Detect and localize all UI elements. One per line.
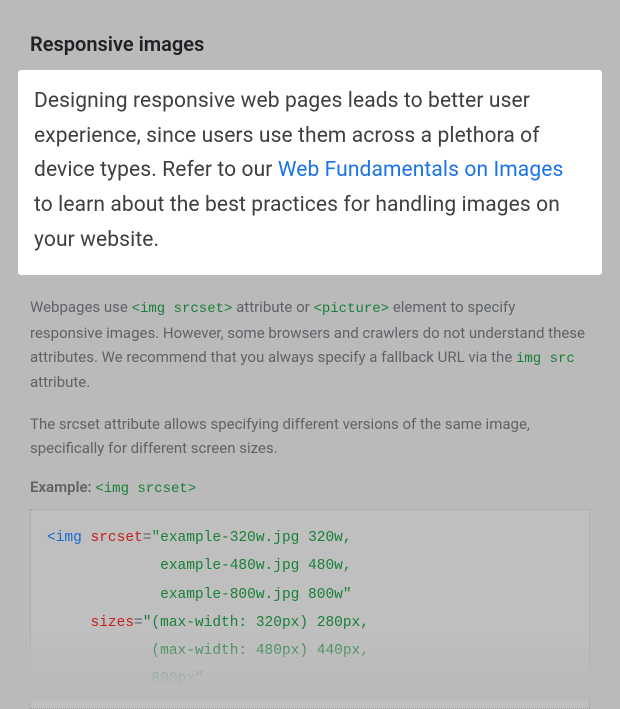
code-token-str: example-800w.jpg 800w" (47, 587, 352, 603)
paragraph-srcset-intro: Webpages use <img srcset> attribute or <… (30, 295, 590, 394)
code-token-punc: = (134, 615, 143, 631)
example-label: Example: <img srcset> (30, 478, 590, 497)
code-token-str: "example-320w.jpg 320w, (151, 530, 351, 546)
paragraph-srcset-explain: The srcset attribute allows specifying d… (30, 412, 590, 460)
highlight-text-suffix: to learn about the best practices for ha… (34, 193, 560, 252)
inline-code-img-srcset: <img srcset> (132, 301, 233, 317)
inline-code-img-src: img src (516, 351, 575, 367)
code-token-tag: <img (47, 530, 82, 546)
section-heading: Responsive images (0, 0, 620, 70)
code-token-attr: srcset (82, 530, 143, 546)
code-token-str: (max-width: 480px) 440px, (47, 643, 369, 659)
web-fundamentals-link[interactable]: Web Fundamentals on Images (278, 158, 564, 182)
code-token-str: 800px" (47, 671, 204, 687)
example-label-text: Example: (30, 478, 92, 496)
text: Webpages use (30, 298, 132, 316)
body-section: Webpages use <img srcset> attribute or <… (0, 275, 620, 708)
code-block: <img srcset = "example-320w.jpg 320w, exam… (30, 509, 590, 709)
inline-code-picture: <picture> (313, 301, 389, 317)
code-token-str: "(max-width: 320px) 280px, (143, 615, 369, 631)
text: attribute or (232, 298, 313, 316)
highlight-panel: Designing responsive web pages leads to … (18, 70, 602, 275)
highlight-paragraph: Designing responsive web pages leads to … (34, 84, 586, 257)
code-token-attr: sizes (47, 615, 134, 631)
code-token-str: example-480w.jpg 480w, (47, 558, 352, 574)
text: attribute. (30, 373, 90, 391)
inline-code-example: <img srcset> (95, 481, 196, 497)
